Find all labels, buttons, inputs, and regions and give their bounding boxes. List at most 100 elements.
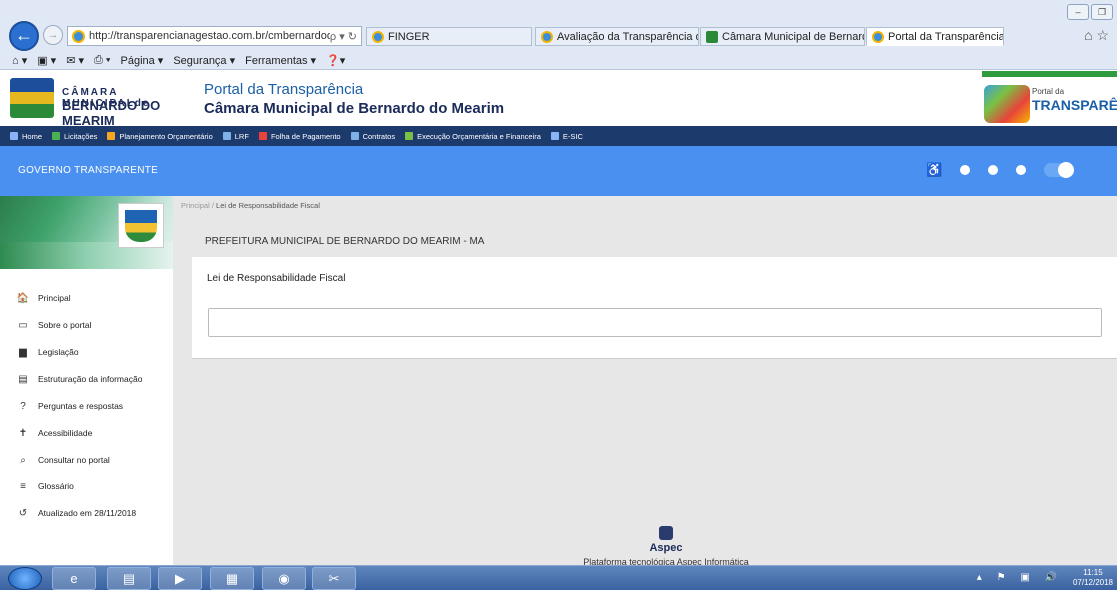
portal-subtitle: Câmara Municipal de Bernardo do Mearim bbox=[204, 100, 505, 117]
taskbar-document[interactable]: ▦ bbox=[210, 567, 254, 590]
sidebar-item-consultar[interactable]: ⌕ Consultar no portal bbox=[16, 452, 110, 468]
menu-pagina[interactable]: Página ▾ bbox=[121, 54, 164, 67]
menu-seguranca[interactable]: Segurança ▾ bbox=[173, 54, 235, 67]
nav-planejamento[interactable]: Planejamento Orçamentário bbox=[107, 131, 213, 141]
folha-icon bbox=[258, 132, 267, 140]
home-favorites-icons[interactable]: ⌂ ☆ bbox=[1084, 27, 1109, 44]
camara-seal-icon bbox=[10, 78, 54, 118]
nav-esic[interactable]: E-SIC bbox=[550, 132, 583, 141]
aspec-brand[interactable]: Aspec bbox=[566, 542, 766, 554]
content-box[interactable] bbox=[208, 308, 1102, 337]
history-icon: ↺ bbox=[18, 507, 28, 519]
lrf-icon bbox=[222, 132, 231, 140]
taskbar-media[interactable]: ▶ bbox=[158, 567, 202, 590]
start-button[interactable] bbox=[8, 567, 42, 590]
clock-time: 11:15 bbox=[1083, 568, 1103, 577]
print-icon[interactable]: ⎙ ▾ bbox=[94, 54, 110, 67]
nav-label: Planejamento Orçamentário bbox=[119, 131, 213, 141]
mail-icon[interactable]: ✉ ▾ bbox=[66, 54, 84, 67]
nav-label: Home bbox=[22, 131, 43, 141]
help-icon[interactable]: ❓▾ bbox=[326, 54, 345, 67]
sidebar-item-label: Sobre o portal bbox=[38, 320, 92, 330]
nav-label: LRF bbox=[234, 131, 249, 141]
address-controls[interactable]: ρ ▾ ↻ bbox=[330, 30, 357, 43]
restore-button[interactable]: ❐ bbox=[1091, 4, 1113, 20]
camara-logo[interactable]: CÂMARA MUNICIPALde BERNARDO DO MEARIM bbox=[10, 78, 195, 128]
sidebar-item-label: Legislação bbox=[38, 347, 79, 357]
structure-icon: ▤ bbox=[18, 373, 28, 385]
command-bar: ⌂ ▾ ▣ ▾ ✉ ▾ ⎙ ▾ Página ▾ Segurança ▾ Fer… bbox=[0, 50, 1117, 70]
nav-label: Execução Orçamentária e Financeira bbox=[417, 131, 541, 141]
home-icon[interactable]: ⌂ ▾ bbox=[12, 54, 27, 67]
taskbar-chrome[interactable]: ◉ bbox=[262, 567, 306, 590]
sidebar-item-label: Glossário bbox=[38, 481, 74, 491]
sidebar-item-atualizado: ↺ Atualizado em 28/11/2018 bbox=[16, 505, 136, 521]
back-button[interactable]: ← bbox=[9, 21, 39, 51]
system-tray[interactable]: ▴ ⚑ ▣ 🔊 bbox=[977, 572, 1063, 583]
address-bar[interactable]: http://transparencianagestao.com.br/cmbe… bbox=[67, 26, 362, 46]
breadcrumb-home[interactable]: Principal bbox=[181, 201, 210, 210]
home-icon: 🏠 bbox=[16, 292, 30, 304]
nav-home[interactable]: Home bbox=[10, 132, 42, 141]
accessibility-icon[interactable]: ♿ bbox=[926, 162, 942, 178]
taskbar-explorer[interactable]: ▤ bbox=[107, 567, 151, 590]
document-icon: ▆ bbox=[19, 346, 27, 358]
tlogo-small: Portal da bbox=[1032, 87, 1065, 96]
ie-icon bbox=[872, 30, 884, 43]
browser-chrome: – ❐ ← → http://transparencianagestao.com… bbox=[0, 0, 1117, 70]
sidebar-item-acessibilidade[interactable]: ✝ Acessibilidade bbox=[16, 425, 93, 441]
minimize-button[interactable]: – bbox=[1067, 4, 1089, 20]
nav-contratos[interactable]: Contratos bbox=[350, 131, 396, 141]
feeds-icon[interactable]: ▣ ▾ bbox=[37, 54, 56, 67]
tab-label: Câmara Municipal de Bernard... bbox=[722, 30, 865, 43]
nav-licitacoes[interactable]: Licitações bbox=[52, 132, 97, 141]
menu-ferramentas[interactable]: Ferramentas ▾ bbox=[245, 54, 316, 67]
nav-execucao[interactable]: Execução Orçamentária e Financeira bbox=[405, 132, 541, 141]
nav-label: Folha de Pagamento bbox=[270, 131, 341, 141]
tab-finger[interactable]: FINGER bbox=[366, 27, 532, 46]
sidebar-item-estruturacao[interactable]: ▤ Estruturação da informação bbox=[16, 371, 142, 387]
tab-avaliacao[interactable]: Avaliação da Transparência do... bbox=[535, 27, 699, 46]
main-content: Principal / Lei de Responsabilidade Fisc… bbox=[173, 196, 1117, 567]
accessibility-controls: ♿ bbox=[926, 162, 1075, 178]
decrease-font-icon[interactable] bbox=[1016, 165, 1027, 175]
sidebar-item-legislacao[interactable]: ▆ Legislação bbox=[16, 344, 79, 360]
logo-line2: BERNARDO DO MEARIM bbox=[62, 98, 161, 128]
taskbar-snipping[interactable]: ✂ bbox=[312, 567, 356, 590]
footer: Aspec Plataforma tecnológica Aspec Infor… bbox=[566, 526, 766, 567]
portal-title: Portal da Transparência bbox=[204, 81, 364, 98]
nav-label: Contratos bbox=[362, 131, 396, 141]
nav-folha[interactable]: Folha de Pagamento bbox=[258, 131, 341, 141]
breadcrumb: Principal / Lei de Responsabilidade Fisc… bbox=[181, 201, 320, 210]
municipal-crest-icon bbox=[118, 203, 164, 248]
sidebar-item-label: Perguntas e respostas bbox=[38, 401, 124, 411]
sidebar-item-label: Consultar no portal bbox=[38, 455, 110, 465]
ie-icon bbox=[541, 30, 553, 43]
home-icon bbox=[10, 132, 18, 140]
aspec-logo-icon bbox=[659, 526, 673, 540]
sidebar-item-label: Estruturação da informação bbox=[38, 374, 143, 384]
taskbar-ie[interactable]: e bbox=[52, 567, 96, 590]
clock-date: 07/12/2018 bbox=[1072, 578, 1113, 587]
sidebar-item-sobre[interactable]: ▭ Sobre o portal bbox=[16, 317, 91, 333]
camara-icon bbox=[706, 30, 718, 43]
window-controls: – ❐ bbox=[1067, 4, 1113, 20]
increase-font-icon[interactable] bbox=[988, 165, 999, 175]
sidebar-item-perguntas[interactable]: ? Perguntas e respostas bbox=[16, 398, 123, 414]
search-icon: ⌕ bbox=[20, 454, 26, 466]
contratos-icon bbox=[350, 132, 359, 140]
nav-label: Licitações bbox=[64, 131, 98, 141]
list-icon: ≡ bbox=[20, 480, 26, 492]
content-panel: Lei de Responsabilidade Fiscal bbox=[192, 257, 1117, 359]
sidebar-item-glossario[interactable]: ≡ Glossário bbox=[16, 478, 74, 494]
tab-portal[interactable]: Portal da Transparência × bbox=[866, 27, 1004, 46]
clock[interactable]: 11:15 07/12/2018 bbox=[1073, 568, 1113, 588]
main-nav: Home Licitações Planejamento Orçamentári… bbox=[0, 126, 1117, 146]
contrast-icon[interactable] bbox=[960, 165, 971, 175]
transparencia-logo[interactable]: Portal da TRANSPARÊNC bbox=[982, 71, 1117, 126]
nav-lrf[interactable]: LRF bbox=[222, 131, 249, 141]
tab-camara[interactable]: Câmara Municipal de Bernard... bbox=[700, 27, 865, 46]
forward-button[interactable]: → bbox=[43, 25, 63, 45]
theme-toggle[interactable] bbox=[1044, 162, 1075, 178]
sidebar-item-principal[interactable]: 🏠 Principal bbox=[16, 290, 71, 306]
